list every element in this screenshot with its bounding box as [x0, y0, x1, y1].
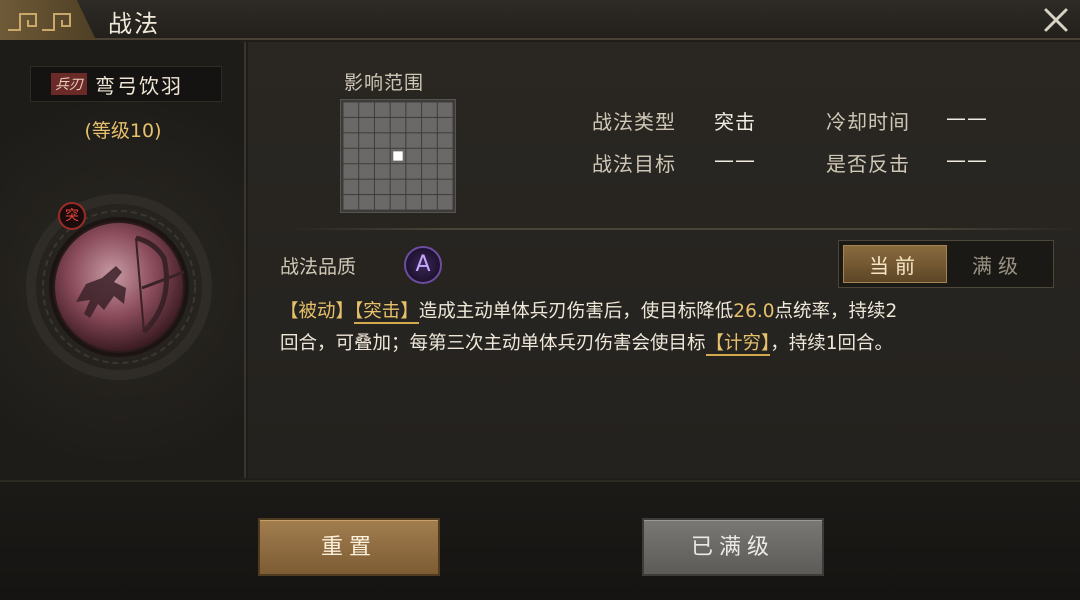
skill-summary-panel: 兵刃 弯弓饮羽 (等级10) 突 [0, 42, 246, 478]
range-cell [390, 102, 406, 117]
range-cell [390, 179, 406, 195]
range-cell [406, 148, 422, 164]
range-cell [437, 164, 453, 179]
range-cell [422, 195, 437, 210]
range-cell [437, 148, 453, 164]
toggle-current[interactable]: 当前 [843, 245, 947, 283]
skill-type-value: 突击 [714, 110, 756, 134]
range-cell [359, 148, 374, 164]
window-title: 战法 [108, 10, 160, 38]
range-cell [422, 164, 437, 179]
range-cell [390, 164, 406, 179]
range-cell [390, 195, 406, 210]
range-cell [374, 179, 390, 195]
skill-level: (等级10) [84, 120, 162, 142]
cooldown-label: 冷却时间 [826, 110, 910, 134]
skill-target-value: —— [714, 148, 756, 172]
description-line-2: 回合，可叠加；每第三次主动单体兵刃伤害会使目标【计穷】，持续1回合。 [280, 328, 1060, 360]
range-cell [359, 195, 374, 210]
skill-emblem[interactable]: 突 [24, 192, 214, 382]
range-cell [343, 102, 359, 117]
range-cell [390, 117, 406, 133]
range-cell [374, 133, 390, 148]
range-cell [422, 179, 437, 195]
title-bar: 战法 [0, 0, 1080, 40]
range-cell [374, 117, 390, 133]
range-cell [359, 117, 374, 133]
range-cell [359, 179, 374, 195]
range-cell [406, 179, 422, 195]
description-text: ，持续1回合。 [770, 333, 894, 354]
skill-type-tag: 兵刃 [51, 73, 87, 95]
counter-value: —— [946, 148, 988, 172]
close-icon [1044, 8, 1068, 32]
range-cell [422, 117, 437, 133]
keyword-passive: 【被动】 [280, 301, 355, 322]
level-toggle: 当前 满级 [838, 240, 1054, 288]
range-cell [343, 164, 359, 179]
toggle-max-level[interactable]: 满级 [947, 245, 1049, 283]
close-button[interactable] [1040, 4, 1072, 36]
range-cell [374, 148, 390, 164]
range-cell [343, 195, 359, 210]
range-cell [437, 195, 453, 210]
max-level-button[interactable]: 已满级 [642, 518, 824, 576]
range-cell [359, 102, 374, 117]
section-divider [288, 228, 1080, 230]
range-label: 影响范围 [344, 72, 425, 94]
range-cell [437, 179, 453, 195]
range-cell [406, 102, 422, 117]
range-target-marker [393, 151, 403, 161]
range-cell [343, 117, 359, 133]
skill-category-badge: 突 [58, 202, 86, 230]
range-grid [340, 99, 456, 213]
description-line-1: 【被动】【突击】造成主动单体兵刃伤害后，使目标降低26.0点统率，持续2 [280, 296, 1060, 328]
range-cell [437, 117, 453, 133]
description-number: 26.0 [733, 301, 775, 322]
range-cell [343, 133, 359, 148]
range-cell [406, 133, 422, 148]
quality-grade-badge: A [404, 246, 442, 284]
skill-emblem-icon [26, 194, 212, 380]
range-cell [437, 102, 453, 117]
range-cell [406, 164, 422, 179]
range-cell [343, 179, 359, 195]
range-cell [437, 133, 453, 148]
range-cell [422, 148, 437, 164]
range-cell [374, 102, 390, 117]
skill-target-label: 战法目标 [592, 152, 676, 176]
description-text: 回合，可叠加；每第三次主动单体兵刃伤害会使目标 [280, 333, 706, 354]
skill-detail-panel: 影响范围 战法类型 突击 冷却时间 —— 战法目标 —— 是否反击 —— 战法品… [248, 42, 1080, 478]
range-cell [359, 133, 374, 148]
description-text: 造成主动单体兵刃伤害后，使目标降低 [418, 301, 734, 322]
title-ornament-icon [0, 0, 96, 40]
range-cell [343, 148, 359, 164]
keyword-exhausted[interactable]: 【计穷】 [705, 333, 771, 356]
quality-label: 战法品质 [280, 256, 357, 278]
range-cell [359, 164, 374, 179]
description-text: 点统率，持续2 [774, 301, 898, 322]
range-cell [422, 133, 437, 148]
range-cell [374, 164, 390, 179]
range-cell [406, 195, 422, 210]
skill-name: 弯弓饮羽 [95, 73, 183, 98]
range-cell [422, 102, 437, 117]
range-cell [390, 133, 406, 148]
counter-label: 是否反击 [826, 152, 910, 176]
skill-description: 【被动】【突击】造成主动单体兵刃伤害后，使目标降低26.0点统率，持续2 回合，… [280, 296, 1060, 360]
skill-type-label: 战法类型 [592, 110, 676, 134]
cooldown-value: —— [946, 106, 988, 130]
reset-button[interactable]: 重置 [258, 518, 440, 576]
skill-name-box: 兵刃 弯弓饮羽 [30, 66, 222, 102]
range-cell [374, 195, 390, 210]
action-bar: 重置 已满级 [0, 480, 1080, 600]
range-cell [406, 117, 422, 133]
keyword-assault[interactable]: 【突击】 [354, 301, 419, 324]
